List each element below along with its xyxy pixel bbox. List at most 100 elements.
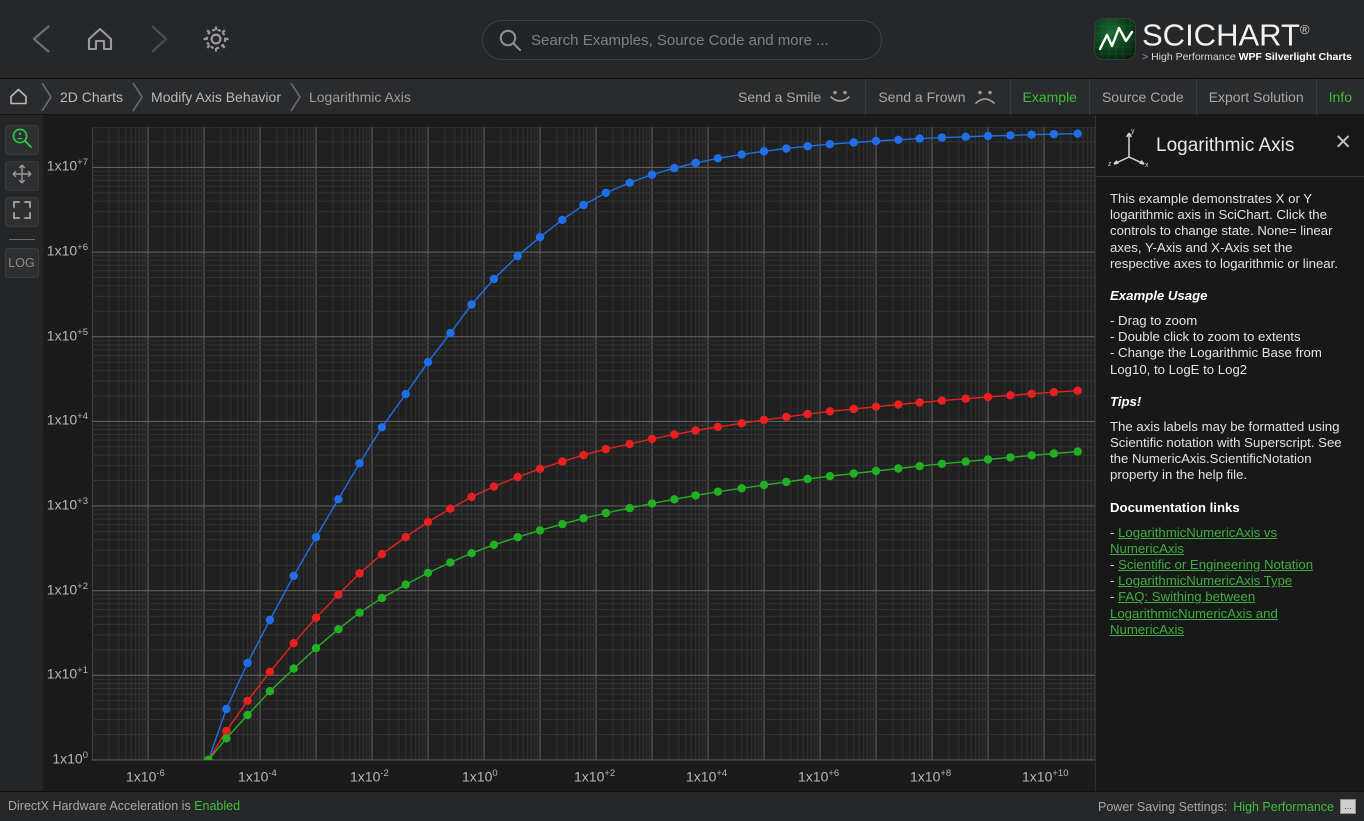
- logo-title-text: SCICHART: [1142, 17, 1300, 53]
- info-panel-header: y z x Logarithmic Axis ✕: [1096, 115, 1364, 177]
- breadcrumb-item-modify-axis-behavior[interactable]: Modify Axis Behavior: [147, 89, 285, 105]
- chevron-right-icon: [36, 79, 56, 115]
- x-axis[interactable]: 1x10-6 1x10-4 1x10-2 1x100 1x10+2 1x10+4 1x10+…: [92, 760, 1100, 791]
- breadcrumb-item-2d-charts[interactable]: 2D Charts: [56, 89, 127, 105]
- y-axis-tick-label: 1x10+5: [46, 326, 88, 344]
- nav-icon-group: [18, 14, 240, 64]
- breadcrumb-item-logarithmic-axis[interactable]: Logarithmic Axis: [305, 89, 415, 105]
- doc-link-scientific-notation[interactable]: Scientific or Engineering Notation: [1118, 557, 1313, 572]
- svg-text:x: x: [1145, 162, 1149, 169]
- directx-status: DirectX Hardware Acceleration is Enabled: [8, 799, 240, 813]
- logo-sub-light: High Performance: [1151, 51, 1239, 64]
- toolbar-divider: [8, 239, 35, 240]
- smile-icon: [827, 89, 853, 105]
- log-scale-button[interactable]: LOG: [4, 248, 39, 278]
- info-usage-heading: Example Usage: [1110, 288, 1208, 304]
- zoom-extents-icon: [11, 199, 33, 226]
- tab-label: Send a Frown: [878, 89, 966, 105]
- home-icon[interactable]: [76, 14, 124, 64]
- info-usage-item: - Drag to zoom: [1110, 313, 1198, 329]
- doc-link-row: - FAQ: Swithing between LogarithmicNumer…: [1110, 589, 1350, 638]
- info-docs-heading: Documentation links: [1110, 499, 1240, 515]
- tab-example[interactable]: Example: [1009, 79, 1089, 115]
- info-panel-title: Logarithmic Axis: [1156, 134, 1295, 156]
- y-axis[interactable]: 1x100 1x10+1 1x10+2 1x10+3 1x10+4 1x10+5 1x10+…: [43, 127, 92, 766]
- x-axis-tick-label: 1x10+6: [798, 768, 840, 785]
- plot-area[interactable]: [92, 127, 1100, 760]
- x-axis-tick-label: 1x10+8: [910, 768, 952, 785]
- chart-tool-panel: LOG: [0, 115, 43, 791]
- doc-link-row: - Scientific or Engineering Notation: [1110, 557, 1350, 573]
- zoom-magnifier-button[interactable]: [4, 125, 39, 155]
- data-series-layer: [204, 129, 1082, 760]
- tab-label: Send a Smile: [738, 89, 822, 105]
- power-saving-options-button[interactable]: ...: [1340, 799, 1356, 814]
- doc-bullet: -: [1110, 589, 1115, 605]
- directx-status-label: DirectX Hardware Acceleration is: [8, 799, 195, 813]
- doc-link-axis-type[interactable]: LogarithmicNumericAxis Type: [1118, 573, 1292, 588]
- search-icon: [497, 27, 523, 53]
- status-bar: DirectX Hardware Acceleration is Enabled…: [0, 791, 1364, 821]
- y-axis-tick-label: 1x100: [52, 750, 88, 767]
- doc-link-row: - LogarithmicNumericAxis Type: [1110, 573, 1350, 589]
- pan-button[interactable]: [4, 161, 39, 191]
- logo-title: SCICHART®: [1142, 14, 1352, 51]
- doc-bullet: -: [1110, 557, 1115, 573]
- gear-icon[interactable]: [192, 14, 240, 64]
- x-axis-tick-label: 1x100: [462, 768, 498, 785]
- logo-arrow: >: [1142, 51, 1149, 64]
- tab-send-a-frown[interactable]: Send a Frown: [865, 79, 1009, 115]
- svg-text:z: z: [1108, 161, 1112, 168]
- scichart-logo: SCICHART® > High Performance WPF Silverl…: [1094, 10, 1356, 68]
- info-tips-text: The axis labels may be formatted using S…: [1110, 418, 1342, 483]
- chevron-right-icon: [285, 79, 305, 115]
- axes-3d-icon: y z x: [1106, 123, 1152, 169]
- y-axis-tick-label: 1x10+3: [46, 496, 88, 513]
- power-saving-label: Power Saving Settings:: [1098, 799, 1228, 814]
- pan-arrows-icon: [11, 163, 33, 190]
- doc-bullet: -: [1110, 524, 1115, 540]
- y-axis-tick-label: 1x10+7: [46, 157, 88, 175]
- y-axis-tick-label: 1x10+2: [46, 580, 88, 598]
- y-axis-tick-label: 1x10+1: [46, 665, 88, 682]
- power-saving-value: High Performance: [1233, 799, 1334, 814]
- doc-link-faq-switching[interactable]: FAQ: Swithing between LogarithmicNumeric…: [1110, 589, 1278, 636]
- x-axis-tick-label: 1x10-4: [238, 768, 277, 785]
- info-usage-item: - Double click to zoom to extents: [1110, 329, 1301, 345]
- info-description: This example demonstrates X or Y logarit…: [1110, 191, 1338, 271]
- x-axis-tick-label: 1x10+4: [686, 768, 728, 785]
- logo-sub-bold: WPF Silverlight Charts: [1238, 51, 1352, 64]
- breadcrumb-bar: 2D Charts Modify Axis Behavior Logarithm…: [0, 79, 1364, 115]
- tab-bar: Send a Smile Send a Frown Example Source…: [726, 79, 1364, 115]
- logo-mark-icon: [1094, 18, 1136, 60]
- doc-link-log-vs-numeric[interactable]: LogarithmicNumericAxis vs NumericAxis: [1110, 525, 1277, 556]
- tab-source-code[interactable]: Source Code: [1088, 79, 1196, 115]
- close-icon[interactable]: ✕: [1334, 132, 1352, 153]
- top-bar: SCICHART® > High Performance WPF Silverl…: [0, 0, 1364, 79]
- x-axis-tick-label: 1x10-6: [126, 768, 165, 785]
- search-input[interactable]: [531, 31, 867, 49]
- tab-export-solution[interactable]: Export Solution: [1195, 79, 1316, 115]
- info-panel-body: This example demonstrates X or Y logarit…: [1096, 177, 1364, 638]
- tab-send-a-smile[interactable]: Send a Smile: [726, 79, 865, 115]
- registered-icon: ®: [1299, 21, 1310, 37]
- zoom-magnifier-icon: [10, 126, 34, 155]
- forward-arrow-icon[interactable]: [134, 14, 182, 64]
- back-arrow-icon[interactable]: [18, 14, 66, 64]
- frown-icon: [972, 89, 998, 105]
- x-axis-tick-label: 1x10+2: [574, 768, 616, 785]
- power-saving-status: Power Saving Settings: High Performance …: [1098, 799, 1356, 814]
- search-bar[interactable]: [482, 20, 882, 60]
- breadcrumb-home-icon[interactable]: [0, 79, 36, 115]
- tab-info[interactable]: Info: [1315, 79, 1364, 115]
- x-axis-tick-label: 1x10+10: [1022, 768, 1069, 785]
- info-panel: y z x Logarithmic Axis ✕ This example de…: [1095, 115, 1364, 791]
- y-axis-tick-label: 1x10+6: [46, 242, 88, 259]
- logo-subtitle: > High Performance WPF Silverlight Chart…: [1142, 51, 1352, 64]
- zoom-extents-button[interactable]: [4, 197, 39, 227]
- chevron-right-icon: [127, 79, 147, 115]
- directx-status-value: Enabled: [194, 799, 241, 813]
- info-usage-item: - Change the Logarithmic Base from Log10…: [1110, 345, 1322, 377]
- breadcrumb: 2D Charts Modify Axis Behavior Logarithm…: [0, 79, 415, 115]
- logo-text: SCICHART® > High Performance WPF Silverl…: [1142, 14, 1352, 64]
